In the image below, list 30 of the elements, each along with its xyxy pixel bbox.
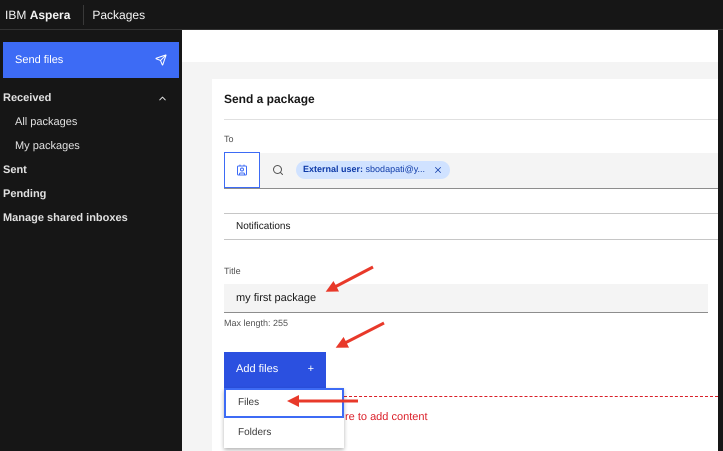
menu-item[interactable]: Folders	[224, 418, 344, 448]
title-input[interactable]: my first package	[224, 284, 708, 313]
helper-text: Max length: 255	[224, 317, 290, 330]
section-title: Packages	[92, 6, 146, 24]
field-label: Title	[224, 264, 242, 278]
annotation-arrow	[287, 395, 358, 407]
add-files-button[interactable]: Add files +	[224, 352, 326, 388]
brand-name[interactable]: IBM Aspera	[0, 6, 76, 24]
annotation-arrow	[336, 322, 385, 348]
send-files-button[interactable]: Send files	[3, 42, 179, 78]
sidebar-item[interactable]: Received	[0, 86, 182, 110]
sidebar-subitem[interactable]: My packages	[0, 134, 182, 158]
menu-item[interactable]: Files	[224, 388, 344, 418]
search-icon	[272, 164, 284, 176]
notifications-row[interactable]: Notifications	[224, 212, 718, 240]
sidebar-item[interactable]: Pending	[0, 182, 182, 206]
sidebar-subitem[interactable]: All packages	[0, 110, 182, 134]
annotation-arrow	[326, 266, 374, 292]
recipient-tag: External user: sbodapati@y...	[296, 161, 450, 179]
contacts-button[interactable]	[224, 152, 260, 188]
remove-icon[interactable]	[433, 165, 444, 175]
sidebar-item[interactable]: Manage shared inboxes	[0, 206, 182, 230]
send-icon	[155, 54, 167, 66]
field-label: To	[224, 133, 235, 146]
drop-zone-hint: re to add content	[345, 410, 429, 424]
recipient-field[interactable]: External user: sbodapati@y...	[224, 152, 718, 188]
plus-icon: +	[308, 361, 314, 378]
card-title: Send a package	[224, 79, 718, 120]
contact-card-icon	[236, 164, 248, 176]
sidebar-item[interactable]: Sent	[0, 158, 182, 182]
